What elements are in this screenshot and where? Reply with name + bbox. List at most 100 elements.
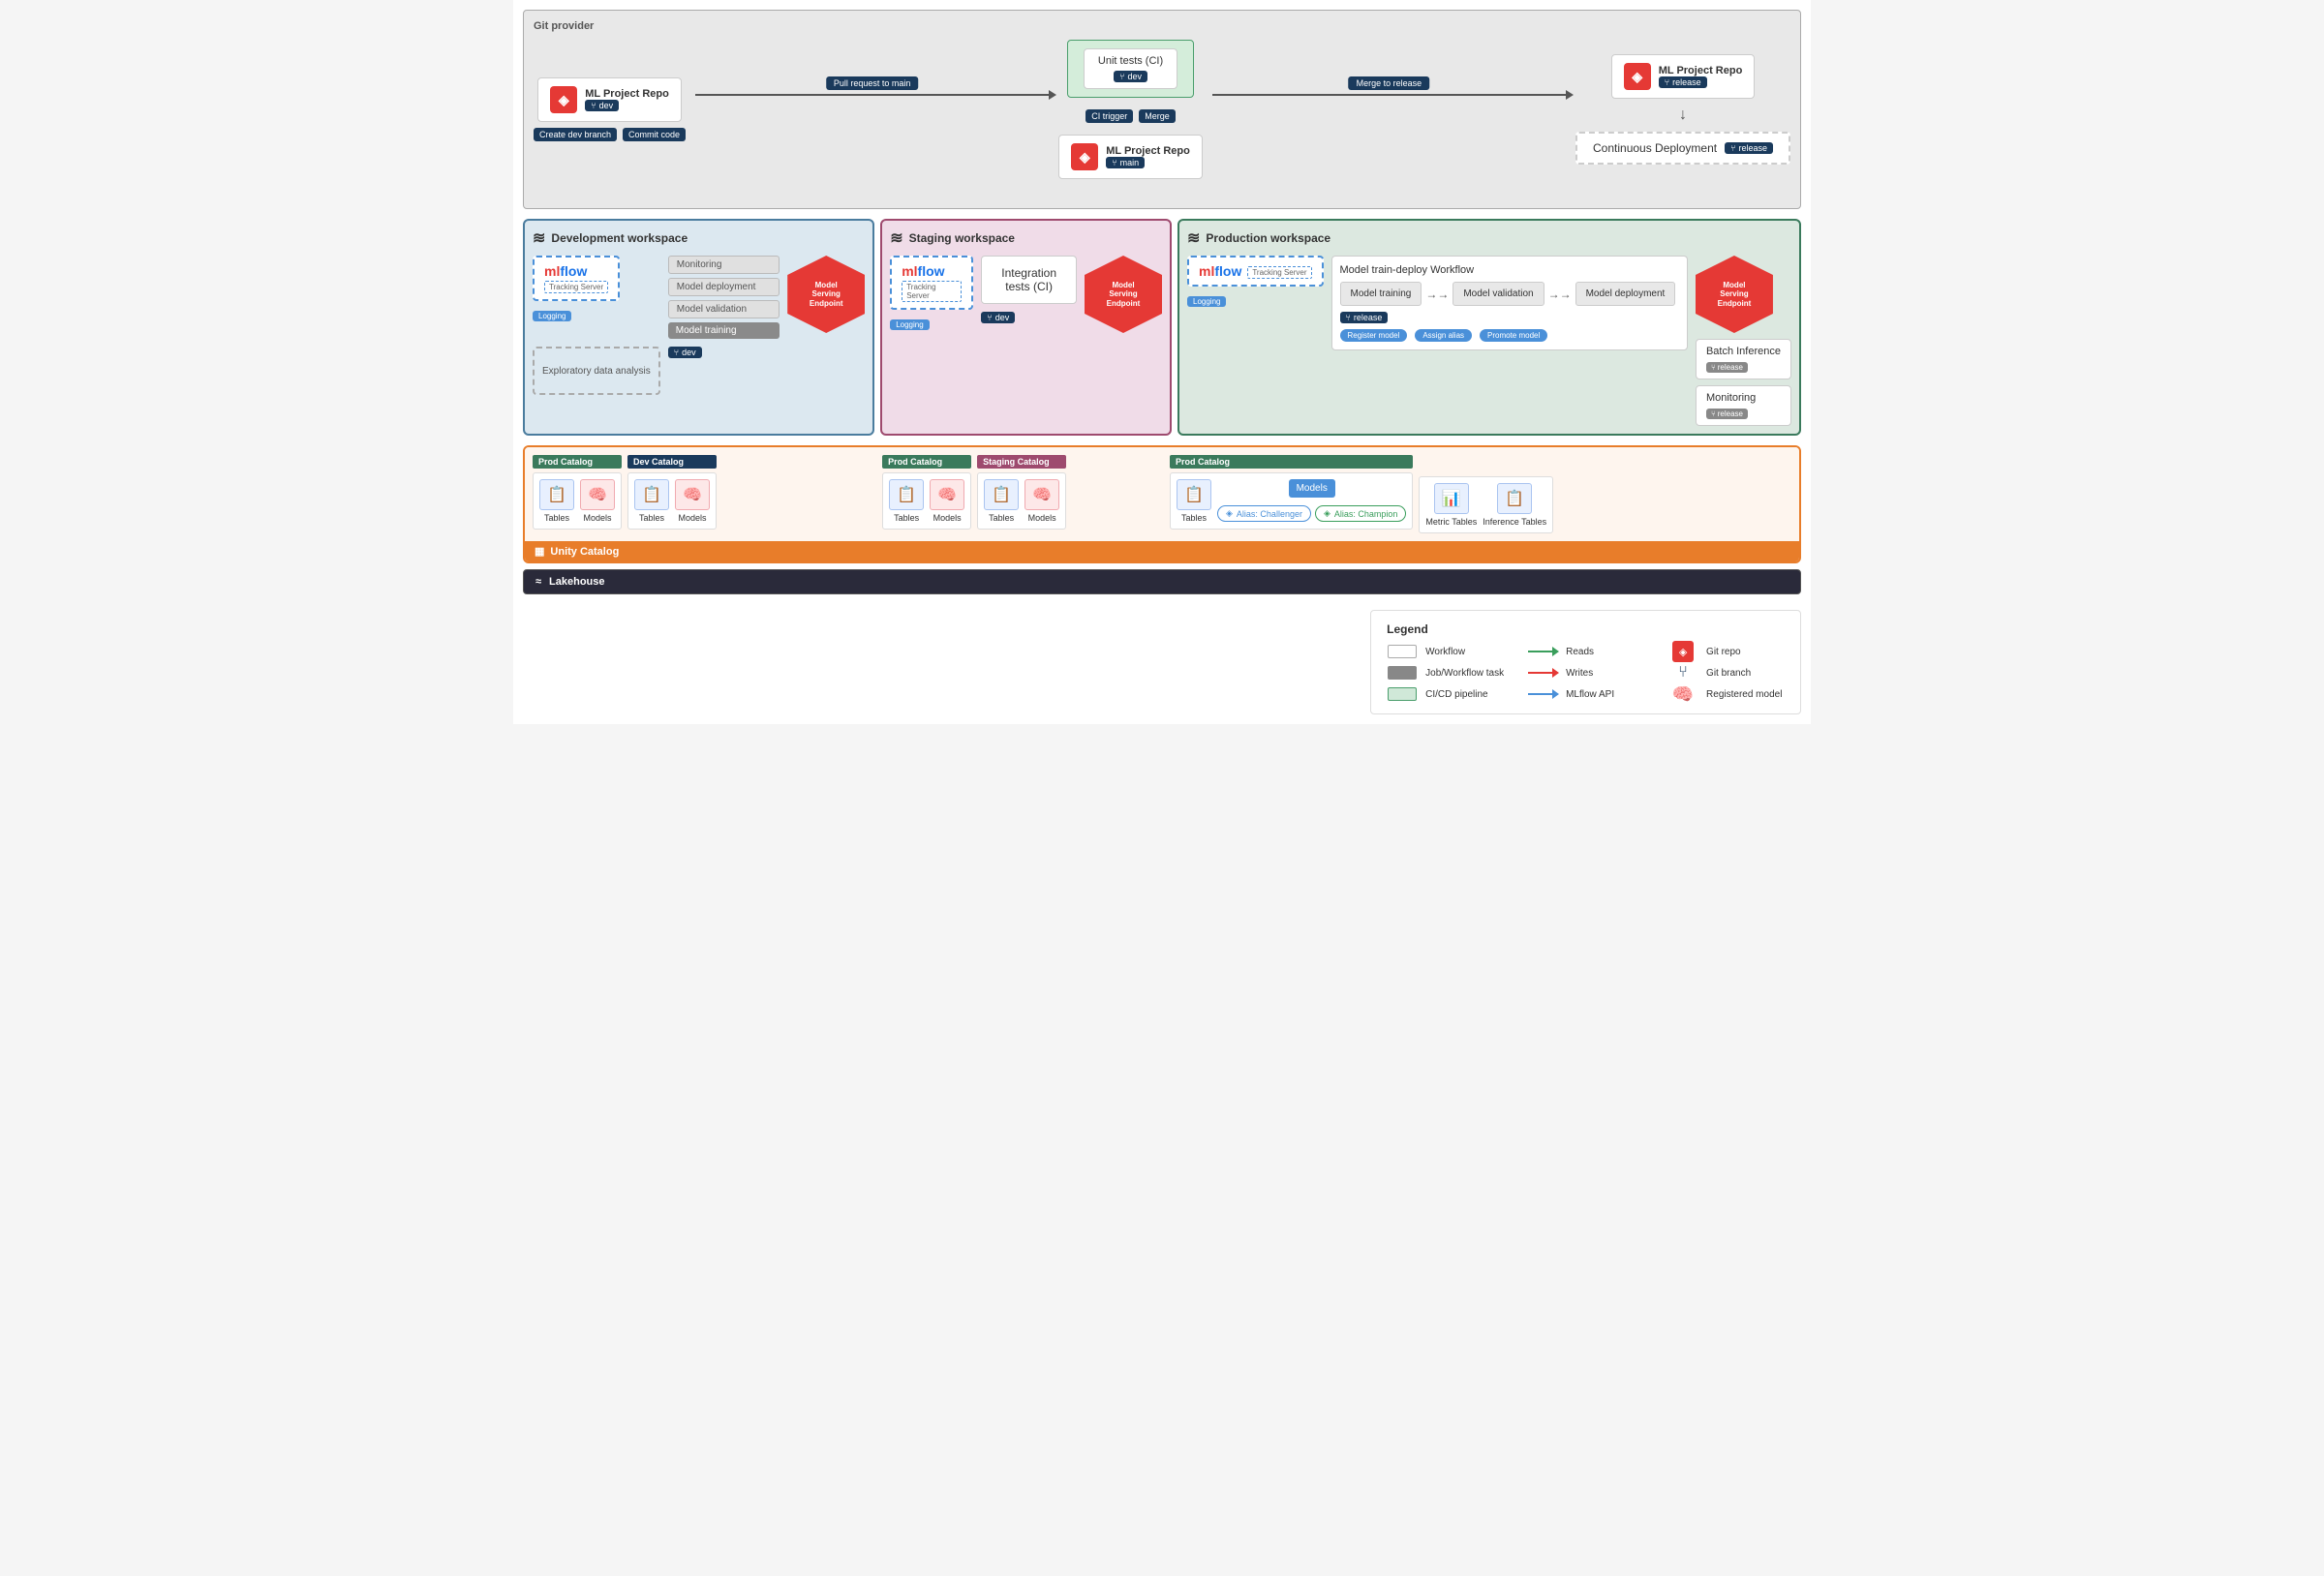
legend-label-cicd: CI/CD pipeline [1425,689,1487,700]
prod-tracking-server: Tracking Server [1247,266,1311,279]
workspaces-row: ≋ Development workspace mlflow Tracking … [523,219,1801,436]
inference-tables-icon: 📋 [1497,483,1532,514]
models-label-3: Models [933,513,962,523]
git-icon-3: ◈ [1624,63,1651,90]
legend-icon-mlflow-api [1527,686,1558,702]
workflow-title: Model train-deploy Workflow [1340,264,1679,276]
legend-icon-git-branch: ⑂ [1667,665,1698,681]
legend-label-reads: Reads [1566,647,1594,657]
staging-mlflow-logo: mlflow [902,263,944,279]
step-deployment: Model deployment [1575,282,1676,306]
models-label-2: Models [678,513,706,523]
staging-tracking-server: Tracking Server [902,281,962,302]
repo-name-2: ML Project Repo [1106,145,1190,157]
catalog-header-prod-main: Prod Catalog [1170,455,1413,469]
catalog-items-prod-staging: 📋 Tables 🧠 Models [882,472,971,530]
models-box: Models [1289,479,1335,498]
tables-label-3: Tables [894,513,919,523]
legend-job-task: Job/Workflow task [1387,665,1504,681]
legend-label-registered-model: Registered model [1706,689,1782,700]
git-provider-label: Git provider [534,20,1790,32]
catalog-header-staging: Staging Catalog [977,455,1066,469]
branch-badge-dev: ⑂ dev [585,100,619,111]
tables-icon-4: 📋 [984,479,1019,510]
lakehouse-icon: ≈ [535,576,541,588]
catalog-item-inference-tables: 📋 Inference Tables [1483,483,1546,527]
legend-cicd: CI/CD pipeline [1387,686,1504,702]
monitoring-release-badge: ⑂ release [1706,409,1748,419]
lakehouse-section: ≈ Lakehouse [523,569,1801,594]
metric-tables-icon: 📊 [1434,483,1469,514]
cd-box: Continuous Deployment ⑂ release [1575,132,1790,165]
tables-icon-3: 📋 [889,479,924,510]
catalog-item-models-2: 🧠 Models [675,479,710,523]
prod-mlflow-box: mlflow Tracking Server [1187,256,1324,287]
catalog-items-dev: 📋 Tables 🧠 Models [627,472,717,530]
integration-tests-box: Integration tests (CI) [981,256,1077,304]
cd-branch: ⑂ release [1725,142,1773,154]
dev-workspace-icon: ≋ [533,228,545,248]
tables-label-2: Tables [639,513,664,523]
batch-inference-box: Batch Inference ⑂ release [1696,339,1791,379]
prod-workspace-icon: ≋ [1187,228,1200,248]
inference-tables-label: Inference Tables [1483,517,1546,527]
commit-code: Commit code [623,128,686,141]
models-icon-1: 🧠 [580,479,615,510]
task-validation: Model validation [668,300,780,318]
repo-name-3: ML Project Repo [1659,65,1743,76]
metric-tables-label: Metric Tables [1425,517,1477,527]
workflow-steps: Model training →→ Model validation →→ Mo… [1340,282,1679,306]
arrow-2: →→ [1548,288,1572,301]
legend-grid: Workflow Reads ◈ Git repo [1387,644,1785,702]
catalog-item-models-1: 🧠 Models [580,479,615,523]
arrow-1: →→ [1425,288,1449,301]
dev-workspace-title: ≋ Development workspace [533,228,865,248]
models-icon-4: 🧠 [1024,479,1059,510]
catalog-item-tables-4: 📋 Tables [984,479,1019,523]
legend-label-git-branch: Git branch [1706,668,1751,679]
legend-reads: Reads [1527,644,1644,659]
branch-icon-1: ⑂ [591,101,596,110]
legend-icon-job-task [1387,665,1418,681]
task-monitoring: Monitoring [668,256,780,274]
catalog-staging: Staging Catalog 📋 Tables 🧠 Models [977,455,1066,530]
tables-label-5: Tables [1181,513,1207,523]
catalog-items-metric-inference: 📊 Metric Tables 📋 Inference Tables [1419,476,1553,533]
unit-tests-box: Unit tests (CI) ⑂ dev [1084,48,1177,89]
catalog-dev: Dev Catalog 📋 Tables 🧠 Models [627,455,717,530]
staging-model-serving: ModelServingEndpoint [1085,256,1162,333]
legend-registered-model: 🧠 Registered model [1667,686,1785,702]
prod-workflow-box: Model train-deploy Workflow Model traini… [1331,256,1688,350]
legend-workflow: Workflow [1387,644,1504,659]
step-training: Model training [1340,282,1422,306]
dev-tracking-server: Tracking Server [544,281,608,293]
catalog-header-dev: Dev Catalog [627,455,717,469]
models-icon-2: 🧠 [675,479,710,510]
catalog-item-tables-3: 📋 Tables [889,479,924,523]
dev-branch-badge: ⑂ dev [668,347,702,358]
git-icon-2: ◈ [1071,143,1098,170]
catalog-prod-staging: Prod Catalog 📋 Tables 🧠 Models [882,455,971,530]
legend-label-writes: Writes [1566,668,1593,679]
prod-mlflow-logo: mlflow [1199,263,1241,279]
create-dev-branch: Create dev branch [534,128,617,141]
legend-title: Legend [1387,622,1785,636]
legend-icon-writes [1527,665,1558,681]
tables-icon-1: 📋 [539,479,574,510]
catalog-items-prod-dev: 📋 Tables 🧠 Models [533,472,622,530]
down-arrow-cd: ↓ [1679,106,1687,124]
legend-mlflow-api: MLflow API [1527,686,1644,702]
ci-branch: ⑂ dev [1114,71,1147,82]
merge-badge: Merge [1139,109,1176,123]
arrow-label-2: Merge to release [1349,76,1430,90]
task-deployment: Model deployment [668,278,780,296]
prod-workspace-title: ≋ Production workspace [1187,228,1791,248]
dev-workspace: ≋ Development workspace mlflow Tracking … [523,219,874,436]
catalog-header-prod-dev: Prod Catalog [533,455,622,469]
legend-git-branch: ⑂ Git branch [1667,665,1785,681]
git-icon-1: ◈ [550,86,577,113]
monitoring-title: Monitoring [1706,392,1781,404]
staging-workspace-icon: ≋ [890,228,902,248]
dev-eda-box: Exploratory data analysis [533,347,660,395]
branch-badge-release: ⑂ release [1659,76,1707,88]
